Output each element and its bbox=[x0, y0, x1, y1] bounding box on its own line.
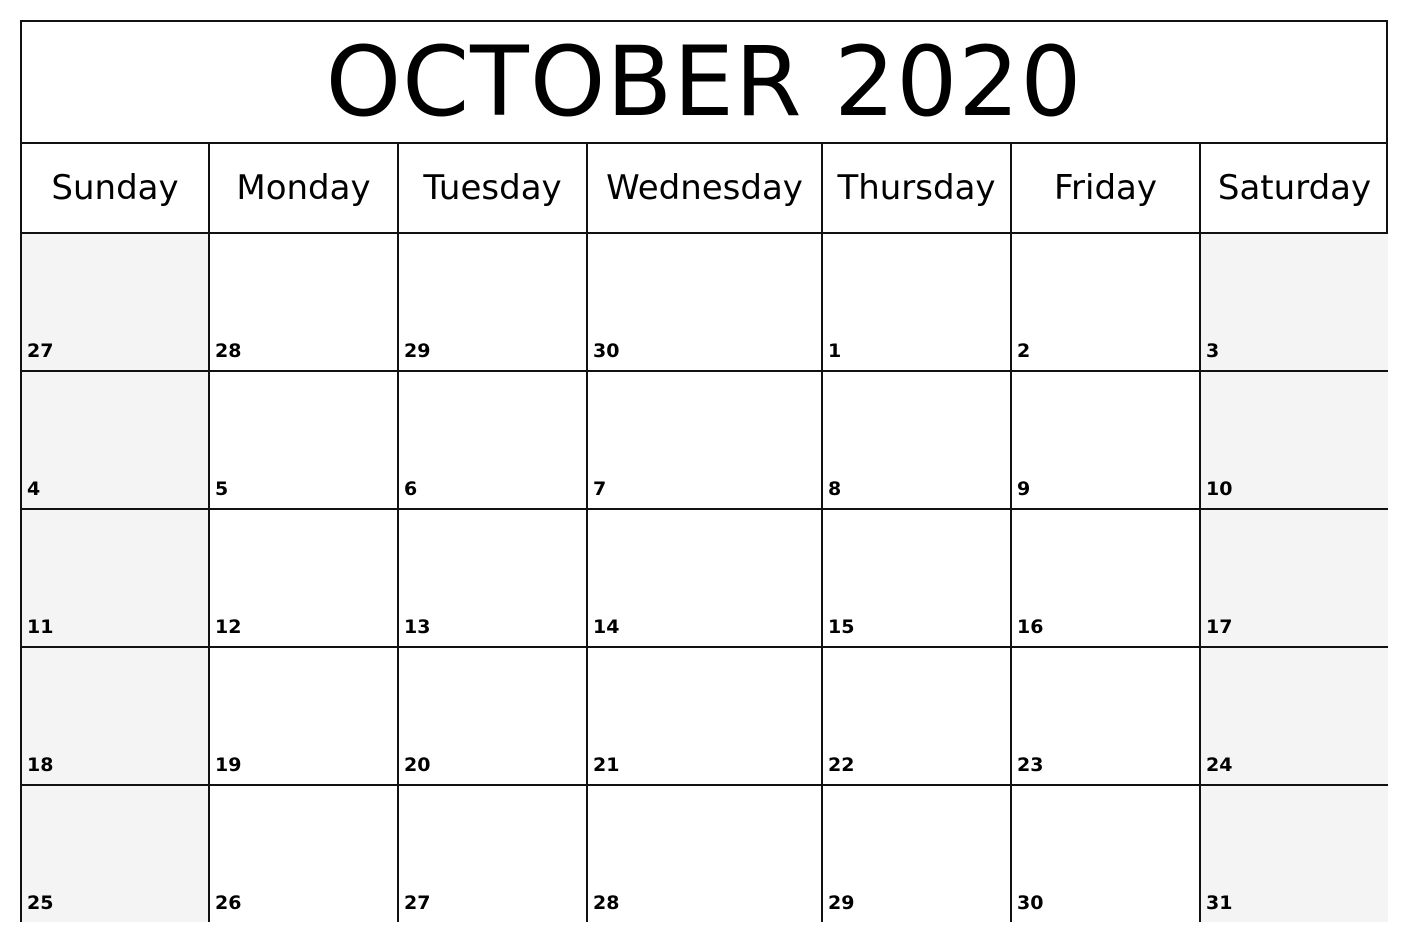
day-number: 27 bbox=[404, 892, 431, 914]
day-cell[interactable]: 21 bbox=[588, 648, 823, 786]
day-number: 30 bbox=[1017, 892, 1044, 914]
day-cell[interactable]: 28 bbox=[210, 234, 399, 372]
day-cell[interactable]: 27 bbox=[22, 234, 210, 372]
day-cell[interactable]: 1 bbox=[823, 234, 1012, 372]
day-cell[interactable]: 31 bbox=[1201, 786, 1388, 922]
day-number: 2 bbox=[1017, 340, 1031, 362]
day-number: 20 bbox=[404, 754, 431, 776]
day-number: 29 bbox=[404, 340, 431, 362]
day-number: 31 bbox=[1206, 892, 1233, 914]
day-cell[interactable]: 4 bbox=[22, 372, 210, 510]
day-cell[interactable]: 28 bbox=[588, 786, 823, 922]
day-number: 17 bbox=[1206, 616, 1233, 638]
day-cell[interactable]: 6 bbox=[399, 372, 588, 510]
day-cell[interactable]: 15 bbox=[823, 510, 1012, 648]
day-cell[interactable]: 16 bbox=[1012, 510, 1201, 648]
day-number: 22 bbox=[828, 754, 855, 776]
day-cell[interactable]: 10 bbox=[1201, 372, 1388, 510]
day-number: 1 bbox=[828, 340, 842, 362]
day-cell[interactable]: 11 bbox=[22, 510, 210, 648]
day-cell[interactable]: 9 bbox=[1012, 372, 1201, 510]
day-number: 30 bbox=[593, 340, 620, 362]
day-cell[interactable]: 13 bbox=[399, 510, 588, 648]
day-cell[interactable]: 29 bbox=[399, 234, 588, 372]
day-number: 8 bbox=[828, 478, 842, 500]
day-number: 3 bbox=[1206, 340, 1220, 362]
day-cell[interactable]: 30 bbox=[588, 234, 823, 372]
day-cell[interactable]: 27 bbox=[399, 786, 588, 922]
day-number: 12 bbox=[215, 616, 242, 638]
weekday-header-monday: Monday bbox=[210, 144, 399, 234]
day-number: 10 bbox=[1206, 478, 1233, 500]
day-number: 28 bbox=[593, 892, 620, 914]
day-cell[interactable]: 20 bbox=[399, 648, 588, 786]
day-number: 14 bbox=[593, 616, 620, 638]
day-number: 18 bbox=[27, 754, 54, 776]
day-number: 9 bbox=[1017, 478, 1031, 500]
day-cell[interactable]: 5 bbox=[210, 372, 399, 510]
day-number: 29 bbox=[828, 892, 855, 914]
day-cell[interactable]: 3 bbox=[1201, 234, 1388, 372]
day-cell[interactable]: 26 bbox=[210, 786, 399, 922]
day-number: 5 bbox=[215, 478, 229, 500]
day-cell[interactable]: 7 bbox=[588, 372, 823, 510]
day-number: 11 bbox=[27, 616, 54, 638]
day-number: 26 bbox=[215, 892, 242, 914]
day-cell[interactable]: 30 bbox=[1012, 786, 1201, 922]
calendar-title: OCTOBER 2020 bbox=[22, 22, 1386, 144]
day-cell[interactable]: 24 bbox=[1201, 648, 1388, 786]
day-cell[interactable]: 29 bbox=[823, 786, 1012, 922]
weekday-header-thursday: Thursday bbox=[823, 144, 1012, 234]
day-cell[interactable]: 14 bbox=[588, 510, 823, 648]
day-cell[interactable]: 23 bbox=[1012, 648, 1201, 786]
weekday-header-wednesday: Wednesday bbox=[588, 144, 823, 234]
day-number: 23 bbox=[1017, 754, 1044, 776]
weekday-header-saturday: Saturday bbox=[1201, 144, 1388, 234]
day-cell[interactable]: 12 bbox=[210, 510, 399, 648]
day-cell[interactable]: 18 bbox=[22, 648, 210, 786]
weekday-header-friday: Friday bbox=[1012, 144, 1201, 234]
day-number: 4 bbox=[27, 478, 41, 500]
day-cell[interactable]: 2 bbox=[1012, 234, 1201, 372]
day-cell[interactable]: 22 bbox=[823, 648, 1012, 786]
day-number: 21 bbox=[593, 754, 620, 776]
day-number: 24 bbox=[1206, 754, 1233, 776]
day-number: 25 bbox=[27, 892, 54, 914]
day-number: 13 bbox=[404, 616, 431, 638]
calendar: OCTOBER 2020 Sunday Monday Tuesday Wednesda… bbox=[20, 20, 1388, 922]
day-number: 7 bbox=[593, 478, 607, 500]
day-cell[interactable]: 17 bbox=[1201, 510, 1388, 648]
day-cell[interactable]: 25 bbox=[22, 786, 210, 922]
day-number: 6 bbox=[404, 478, 418, 500]
day-number: 28 bbox=[215, 340, 242, 362]
day-cell[interactable]: 8 bbox=[823, 372, 1012, 510]
day-cell[interactable]: 19 bbox=[210, 648, 399, 786]
day-number: 19 bbox=[215, 754, 242, 776]
day-number: 27 bbox=[27, 340, 54, 362]
day-number: 16 bbox=[1017, 616, 1044, 638]
day-number: 15 bbox=[828, 616, 855, 638]
weekday-header-tuesday: Tuesday bbox=[399, 144, 588, 234]
weekday-header-sunday: Sunday bbox=[22, 144, 210, 234]
